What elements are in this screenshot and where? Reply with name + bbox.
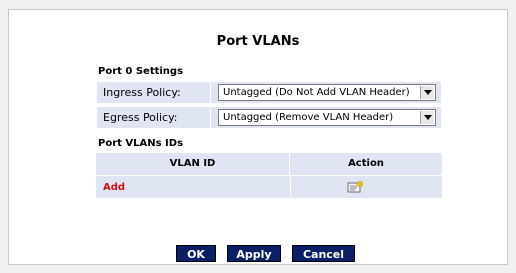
column-divider xyxy=(290,177,291,197)
chevron-down-icon[interactable] xyxy=(420,86,434,99)
cancel-button[interactable]: Cancel xyxy=(292,245,355,262)
apply-button[interactable]: Apply xyxy=(227,245,281,262)
ingress-policy-label: Ingress Policy: xyxy=(97,82,211,103)
egress-policy-row: Egress Policy: Untagged (Remove VLAN Hea… xyxy=(96,106,442,129)
ingress-policy-select[interactable]: Untagged (Do Not Add VLAN Header) xyxy=(218,84,436,101)
port-vlans-panel: Port VLANs Port 0 Settings Ingress Polic… xyxy=(8,9,508,265)
add-edit-icon[interactable] xyxy=(347,181,363,193)
vlan-ids-title: Port VLANs IDs xyxy=(98,138,184,149)
egress-policy-select[interactable]: Untagged (Remove VLAN Header) xyxy=(218,109,436,126)
page-title: Port VLANs xyxy=(216,34,300,49)
chevron-down-icon[interactable] xyxy=(420,111,434,124)
ingress-policy-row: Ingress Policy: Untagged (Do Not Add VLA… xyxy=(96,81,442,104)
port-settings-title: Port 0 Settings xyxy=(98,66,184,77)
egress-policy-value: Untagged (Remove VLAN Header) xyxy=(223,112,394,123)
column-header-vlan-id: VLAN ID xyxy=(169,158,216,169)
table-header: VLAN ID Action xyxy=(96,153,442,176)
ingress-policy-value: Untagged (Do Not Add VLAN Header) xyxy=(223,87,410,98)
column-header-action: Action xyxy=(348,158,384,169)
table-row: Add xyxy=(96,176,442,198)
add-vlan-link[interactable]: Add xyxy=(103,177,125,199)
vlan-ids-table: VLAN ID Action Add xyxy=(96,153,442,198)
ok-button[interactable]: OK xyxy=(176,245,216,262)
egress-policy-label: Egress Policy: xyxy=(97,107,211,128)
